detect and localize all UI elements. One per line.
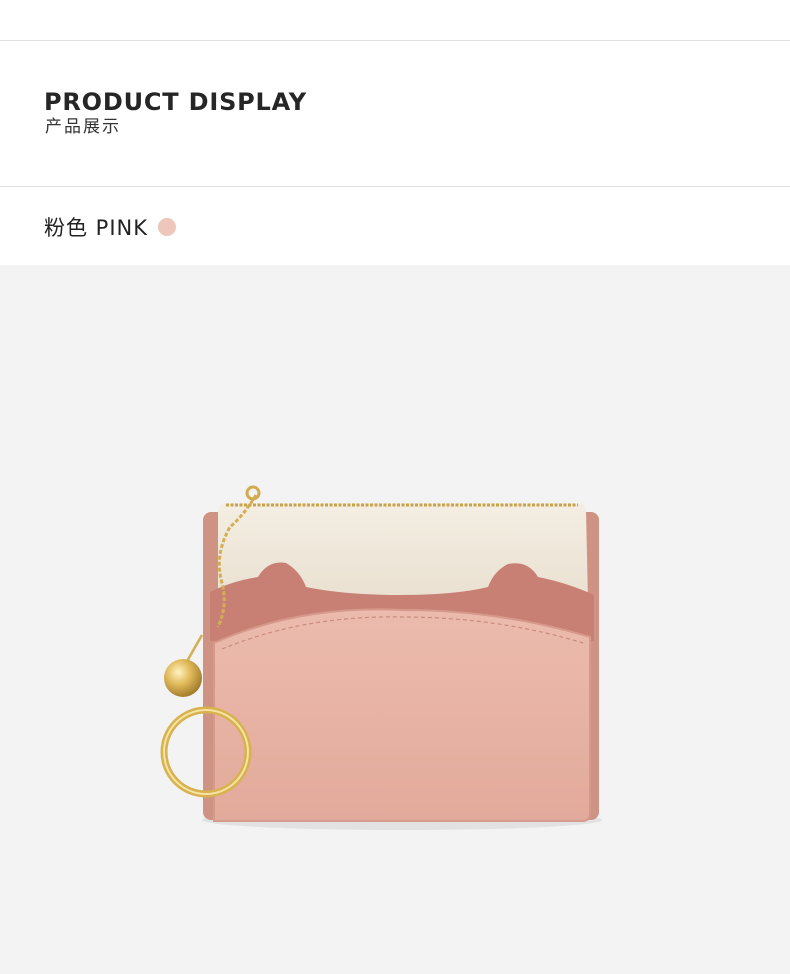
section-divider — [0, 186, 790, 187]
top-divider — [0, 40, 790, 41]
product-photo — [0, 265, 790, 974]
section-subtitle: 产品展示 — [45, 117, 121, 137]
color-option: 粉色 PINK — [44, 212, 177, 242]
section-title: PRODUCT DISPLAY — [44, 88, 307, 116]
bell-link — [184, 634, 204, 664]
wallet-illustration — [160, 485, 602, 830]
gold-bell — [164, 659, 202, 697]
color-option-label: 粉色 PINK — [44, 216, 149, 240]
color-swatch — [158, 218, 177, 236]
wallet-front-pocket — [213, 608, 591, 822]
